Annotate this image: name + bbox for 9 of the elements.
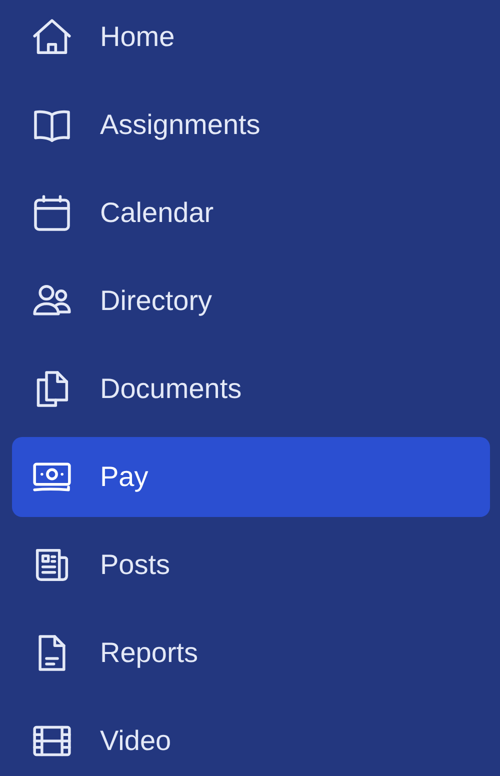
nav-item[interactable]: Posts <box>12 525 490 605</box>
nav-item[interactable]: Video <box>12 701 490 776</box>
nav-item[interactable]: Reports <box>12 613 490 693</box>
nav-item[interactable]: Calendar <box>12 173 490 253</box>
nav-item[interactable]: Assignments <box>12 85 490 165</box>
nav-item[interactable]: Directory <box>12 261 490 341</box>
nav-item[interactable]: Pay <box>12 437 490 517</box>
nav-item[interactable]: Home <box>12 0 490 77</box>
nav-item[interactable]: Documents <box>12 349 490 429</box>
